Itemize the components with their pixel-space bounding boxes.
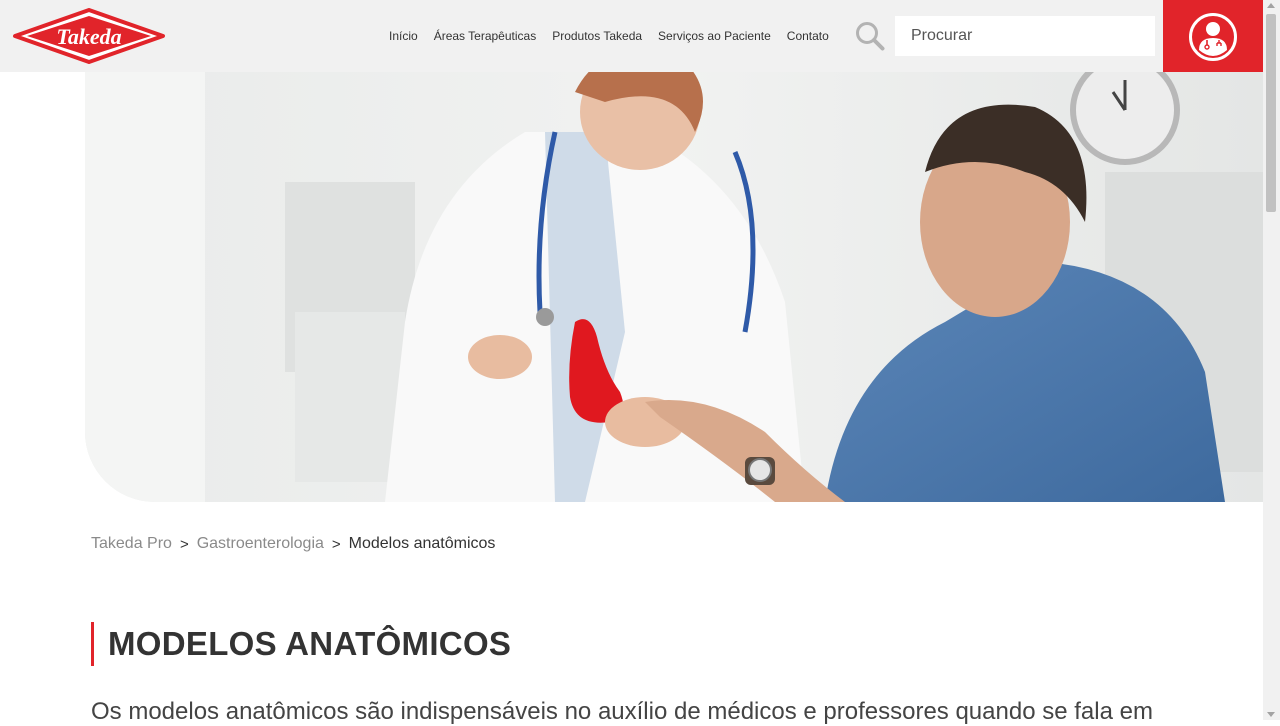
doctor-profile-icon [1189,13,1237,61]
breadcrumb-current: Modelos anatômicos [348,535,496,552]
search-icon[interactable] [855,21,885,51]
logo-text: Takeda [56,24,121,49]
page-title: MODELOS ANATÔMICOS [108,625,512,662]
scroll-thumb[interactable] [1266,14,1276,212]
site-header: Takeda Início Áreas Terapêuticas Produto… [0,0,1263,72]
breadcrumb-separator: > [331,535,341,553]
breadcrumb: Takeda Pro > Gastroenterologia > Modelos… [91,535,495,553]
doctor-patient-photo [85,72,1263,502]
scroll-down-icon[interactable] [1267,712,1275,717]
nav-item-produtos-takeda[interactable]: Produtos Takeda [544,29,650,43]
nav-item-contato[interactable]: Contato [779,29,837,43]
takeda-logo[interactable]: Takeda [12,8,166,64]
nav-item-areas-terapeuticas[interactable]: Áreas Terapêuticas [426,29,545,43]
healthcare-professional-button[interactable] [1163,0,1263,72]
search-input[interactable] [895,16,1155,56]
breadcrumb-link-gastroenterologia[interactable]: Gastroenterologia [197,535,324,553]
hero-image [85,72,1263,502]
scroll-up-icon[interactable] [1267,3,1275,8]
nav-item-inicio[interactable]: Início [381,29,426,43]
breadcrumb-separator: > [179,535,189,553]
nav-item-servicos-ao-paciente[interactable]: Serviços ao Paciente [650,29,779,43]
main-nav: Início Áreas Terapêuticas Produtos Taked… [381,0,837,72]
breadcrumb-link-takeda-pro[interactable]: Takeda Pro [91,535,172,553]
page-scrollbar[interactable] [1263,0,1280,720]
page-title-block: MODELOS ANATÔMICOS [91,622,511,666]
intro-paragraph: Os modelos anatômicos são indispensáveis… [91,698,1153,725]
